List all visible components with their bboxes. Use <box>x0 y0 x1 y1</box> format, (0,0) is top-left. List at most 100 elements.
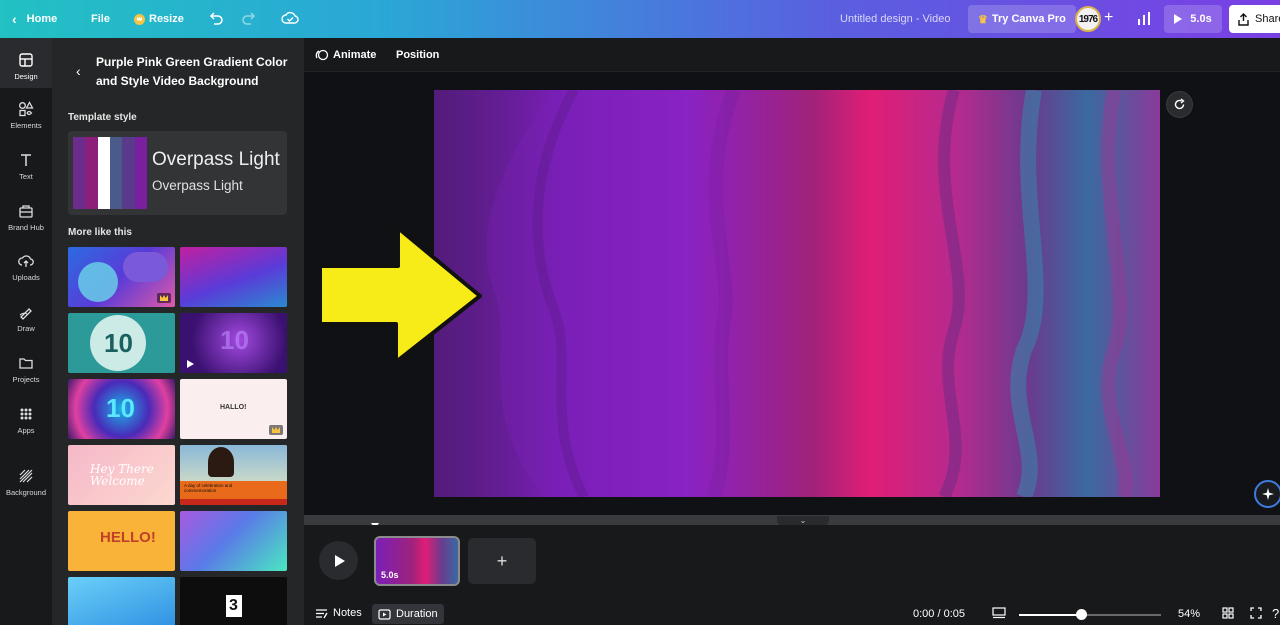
color-swatch <box>97 137 110 209</box>
help-icon[interactable]: ? <box>1272 606 1279 621</box>
color-swatches <box>73 137 147 209</box>
try-canva-pro-button[interactable]: ♛ Try Canva Pro <box>968 5 1076 33</box>
redo-icon[interactable] <box>241 10 257 26</box>
crown-icon <box>134 13 145 25</box>
zoom-slider-fill <box>1019 614 1082 616</box>
share-icon <box>1238 12 1249 26</box>
text-icon <box>21 154 31 166</box>
resize-button[interactable]: Resize <box>134 0 184 38</box>
template-thumbnail[interactable]: 10 <box>68 313 175 373</box>
chevron-left-icon: ‹ <box>12 11 17 27</box>
share-button[interactable]: Share <box>1229 5 1280 33</box>
rail-label: Apps <box>17 426 35 435</box>
play-icon <box>335 554 345 567</box>
insights-chart-icon[interactable] <box>1136 11 1152 27</box>
template-style-heading: Template style <box>68 112 137 123</box>
template-thumbnail[interactable]: Hey There Welcome <box>68 445 175 505</box>
grid-view-icon[interactable] <box>1222 607 1234 619</box>
add-page-button[interactable]: + <box>468 538 536 584</box>
refresh-icon[interactable] <box>1166 91 1193 118</box>
design-panel: ‹ Purple Pink Green Gradient Color and S… <box>52 38 304 625</box>
rail-label: Elements <box>10 121 42 130</box>
magic-sparkle-icon[interactable] <box>1254 480 1280 508</box>
thumbnail-text: HELLO! <box>100 529 156 546</box>
canvas-wave-pattern <box>434 90 1133 497</box>
yellow-arrow-annotation <box>318 226 482 364</box>
rail-label: Text <box>19 172 33 181</box>
color-swatch <box>109 137 123 209</box>
draw-icon <box>19 308 32 320</box>
try-pro-label: Try Canva Pro <box>991 13 1066 25</box>
thumbnail-text: HALLO! <box>220 404 247 411</box>
color-swatch <box>122 137 135 209</box>
thumbnail-text: 10 <box>220 325 249 355</box>
rail-item-apps[interactable]: Apps <box>0 406 52 435</box>
avatar[interactable]: 1976 <box>1075 6 1101 32</box>
rail-item-draw[interactable]: Draw <box>0 304 52 333</box>
template-thumbnail[interactable]: 3 <box>180 577 287 625</box>
cloud-saved-icon[interactable] <box>281 10 299 26</box>
timeline-clip[interactable]: 5.0s <box>374 536 460 586</box>
notes-icon <box>316 608 328 618</box>
rail-item-text[interactable]: Text <box>0 152 52 181</box>
design-canvas[interactable] <box>434 90 1160 497</box>
left-rail: Design Elements Text Brand Hub Uploads D… <box>0 38 52 625</box>
home-button[interactable]: ‹ Home <box>12 0 57 38</box>
play-preview-button[interactable]: 5.0s <box>1164 5 1222 33</box>
animate-icon <box>315 49 329 60</box>
back-chevron-icon[interactable]: ‹ <box>76 63 81 79</box>
duration-label: Duration <box>396 608 438 620</box>
more-like-this-heading: More like this <box>68 227 132 238</box>
rail-label: Design <box>14 72 38 81</box>
rail-label: Uploads <box>12 273 40 282</box>
template-thumbnail[interactable]: HELLO! <box>68 511 175 571</box>
rail-item-uploads[interactable]: Uploads <box>0 253 52 282</box>
animate-button[interactable]: Animate <box>315 48 376 62</box>
document-title[interactable]: Untitled design - Video <box>840 0 950 38</box>
thumbnail-text: 3 <box>229 597 238 614</box>
position-button[interactable]: Position <box>396 49 439 61</box>
duration-icon <box>378 608 391 620</box>
rail-item-elements[interactable]: Elements <box>0 101 52 130</box>
thumbnail-text: Hey There Welcome <box>90 462 154 488</box>
play-icon <box>1174 14 1183 24</box>
add-collaborator-icon[interactable]: + <box>1104 9 1113 27</box>
page-view-icon[interactable] <box>992 607 1006 619</box>
template-thumbnail[interactable]: 10 <box>180 313 287 373</box>
zoom-level[interactable]: 54% <box>1178 608 1200 620</box>
share-label: Share <box>1255 13 1280 25</box>
undo-icon[interactable] <box>208 10 224 26</box>
thumbnail-text: A day of celebration and commemoration <box>184 483 233 493</box>
crown-icon <box>157 293 171 303</box>
duration-button[interactable]: Duration <box>372 604 444 624</box>
elements-icon <box>19 101 34 117</box>
timeline-play-button[interactable] <box>319 541 358 580</box>
template-thumbnail[interactable] <box>68 577 175 625</box>
play-duration-label: 5.0s <box>1190 13 1212 25</box>
rail-item-background[interactable]: Background <box>0 468 52 497</box>
fullscreen-icon[interactable] <box>1250 607 1262 619</box>
rail-label: Projects <box>12 375 40 384</box>
template-thumbnail[interactable]: A day of celebration and commemoration <box>180 445 287 505</box>
rail-item-projects[interactable]: Projects <box>0 355 52 384</box>
file-menu-button[interactable]: File <box>91 0 110 38</box>
template-style-card[interactable]: Overpass Light Overpass Light <box>68 131 287 215</box>
color-swatch <box>134 137 147 209</box>
thumbnail-text: 10 <box>106 393 135 423</box>
rail-label: Brand Hub <box>8 223 44 232</box>
rail-item-design[interactable]: Design <box>0 38 52 88</box>
play-icon <box>187 360 194 368</box>
rail-item-brand-hub[interactable]: Brand Hub <box>0 203 52 232</box>
template-thumbnail[interactable] <box>68 247 175 307</box>
template-thumbnail[interactable] <box>180 247 287 307</box>
context-toolbar: Animate Position <box>304 38 1280 72</box>
top-bar: ‹ Home File Resize Untitled design - Vid… <box>0 0 1280 38</box>
template-thumbnail[interactable]: 10 <box>68 379 175 439</box>
template-thumbnail[interactable] <box>180 511 287 571</box>
notes-button[interactable]: Notes <box>315 607 362 619</box>
rail-label: Background <box>5 488 47 497</box>
template-thumbnail[interactable]: HALLO! <box>180 379 287 439</box>
home-label: Home <box>26 13 58 25</box>
brand-hub-icon <box>19 205 33 218</box>
thumbnail-text: 10 <box>104 328 133 358</box>
